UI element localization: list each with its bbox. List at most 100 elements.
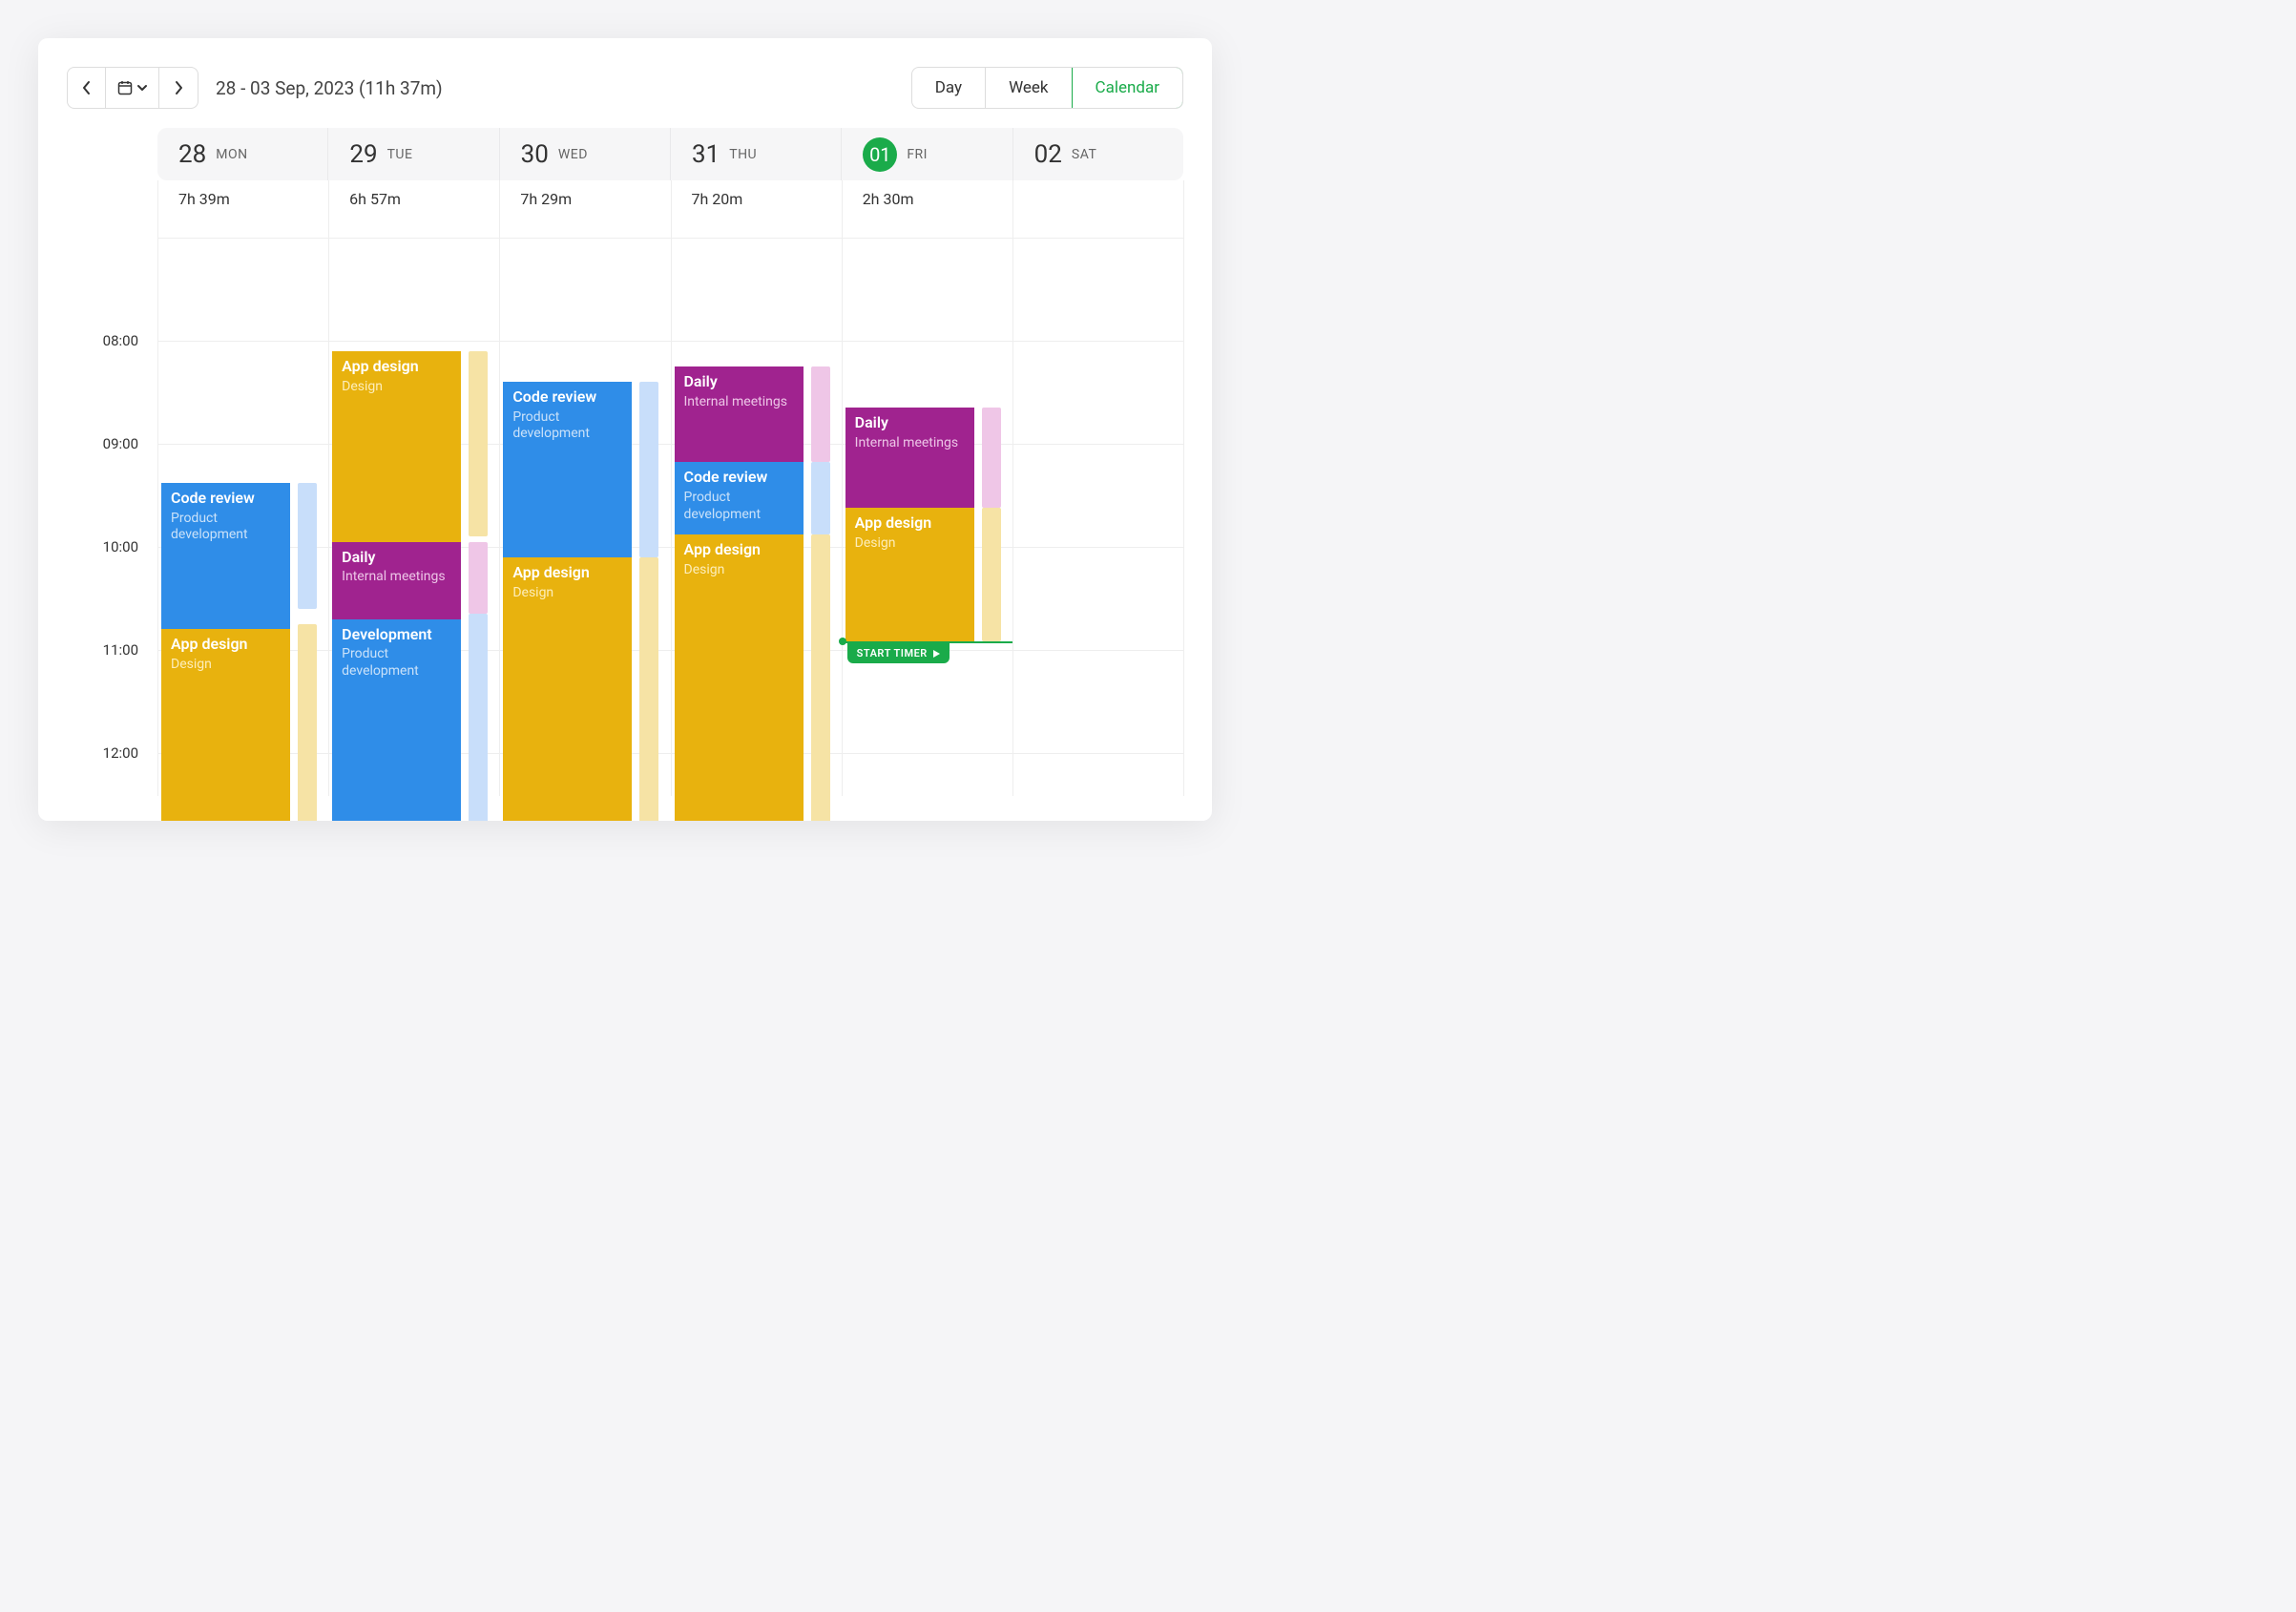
calendar-event[interactable]: DevelopmentProduct development <box>332 619 461 821</box>
time-shadow <box>469 351 488 536</box>
day-lane[interactable]: Code reviewProduct development App design… <box>499 238 670 796</box>
day-header[interactable]: 01FRI <box>842 128 1012 180</box>
lane-main: DailyInternal meetingsApp designDesign <box>845 238 974 796</box>
topbar: 28 - 03 Sep, 2023 (11h 37m) Day Week Cal… <box>67 67 1183 109</box>
day-of-week: TUE <box>387 147 413 162</box>
day-total: 6h 57m <box>328 190 499 219</box>
event-project: Design <box>342 379 451 396</box>
day-number: 31 <box>692 140 720 169</box>
lane-side <box>469 238 488 796</box>
lane-main: Code reviewProduct development App design… <box>503 238 632 796</box>
time-tick: 09:00 <box>67 435 157 452</box>
play-icon <box>933 650 940 658</box>
topbar-left: 28 - 03 Sep, 2023 (11h 37m) <box>67 67 443 109</box>
time-shadow <box>639 557 658 821</box>
timeline: 08:0009:0010:0011:0012:00 28MON29TUE30WE… <box>67 128 1183 796</box>
calendar-event[interactable]: Code reviewProduct development <box>161 483 290 629</box>
event-title: Development <box>342 625 451 645</box>
calendar-card: 28 - 03 Sep, 2023 (11h 37m) Day Week Cal… <box>38 38 1212 821</box>
calendar-event[interactable]: App designDesign <box>503 557 632 821</box>
lane-side <box>982 238 1001 796</box>
calendar-event[interactable]: DailyInternal meetings <box>845 408 974 508</box>
day-number: 28 <box>178 140 206 169</box>
start-timer-button[interactable]: START TIMER <box>847 643 950 663</box>
time-shadow <box>639 382 658 557</box>
day-lane[interactable]: App design Design DailyInternal meetings De… <box>328 238 499 796</box>
calendar-event[interactable]: Daily Internal meetings <box>675 366 804 462</box>
time-tick: 12:00 <box>67 744 157 762</box>
time-shadow <box>298 483 317 609</box>
calendar-event[interactable]: DailyInternal meetings <box>332 542 461 619</box>
time-shadow <box>811 462 830 534</box>
day-of-week: MON <box>216 147 247 162</box>
event-project: Product development <box>171 511 281 544</box>
day-lane[interactable] <box>1012 238 1183 796</box>
prev-button[interactable] <box>68 68 106 108</box>
event-project: Design <box>855 535 965 553</box>
event-project: Internal meetings <box>684 394 794 411</box>
chevron-left-icon <box>81 80 93 95</box>
chevron-down-icon <box>136 83 148 93</box>
today-badge: 01 <box>863 137 897 172</box>
day-total: 2h 30m <box>842 190 1012 219</box>
day-number: 02 <box>1034 140 1062 169</box>
event-project: Product development <box>512 409 622 443</box>
time-tick: 08:00 <box>67 332 157 349</box>
event-title: App design <box>512 563 622 583</box>
event-project: Product development <box>342 646 451 680</box>
lane-main: Code reviewProduct developmentApp design… <box>161 238 290 796</box>
date-picker-button[interactable] <box>106 68 159 108</box>
tab-day[interactable]: Day <box>912 68 986 108</box>
tab-week[interactable]: Week <box>986 68 1072 108</box>
calendar-event[interactable]: App designDesign <box>161 629 290 821</box>
lane-side <box>1153 238 1172 796</box>
day-lane[interactable]: Code reviewProduct developmentApp design… <box>157 238 328 796</box>
time-shadow <box>982 508 1001 641</box>
day-header[interactable]: 30 WED <box>500 128 671 180</box>
view-tabs: Day Week Calendar <box>911 67 1183 109</box>
calendar-icon <box>117 80 133 95</box>
day-header[interactable]: 29 TUE <box>328 128 499 180</box>
time-tick: 10:00 <box>67 538 157 555</box>
event-project: Internal meetings <box>855 435 965 452</box>
event-project: Design <box>171 657 281 674</box>
calendar-event[interactable]: App design Design <box>332 351 461 542</box>
time-shadow <box>469 614 488 821</box>
day-headers: 28 MON 29 TUE 30 WED 31THU01FRI02SAT <box>157 128 1183 180</box>
day-lane[interactable]: DailyInternal meetingsApp designDesignST… <box>842 238 1012 796</box>
day-number: 29 <box>349 140 377 169</box>
day-header[interactable]: 28 MON <box>157 128 328 180</box>
next-button[interactable] <box>159 68 198 108</box>
day-line <box>1183 180 1184 796</box>
lane-side <box>639 238 658 796</box>
lane-side <box>298 238 317 796</box>
day-lane[interactable]: Daily Internal meetings Code reviewProduct… <box>671 238 842 796</box>
calendar-event[interactable]: Code reviewProduct development <box>503 382 632 557</box>
day-total: 7h 39m <box>157 190 328 219</box>
events-grid[interactable]: Code reviewProduct developmentApp design… <box>157 238 1183 796</box>
time-shadow <box>469 542 488 615</box>
day-header[interactable]: 31THU <box>671 128 842 180</box>
lane-side <box>811 238 830 796</box>
event-title: App design <box>684 540 794 560</box>
event-project: Internal meetings <box>342 569 451 586</box>
day-total: 7h 20m <box>671 190 842 219</box>
tab-calendar[interactable]: Calendar <box>1072 67 1183 109</box>
day-header[interactable]: 02SAT <box>1013 128 1183 180</box>
day-total <box>1012 190 1183 219</box>
day-total: 7h 29m <box>499 190 670 219</box>
event-title: App design <box>342 357 451 377</box>
event-title: Code review <box>171 489 281 509</box>
calendar-event[interactable]: Code reviewProduct development <box>675 462 804 534</box>
time-shadow <box>298 624 317 821</box>
chevron-right-icon <box>173 80 184 95</box>
calendar-event[interactable]: App design Design <box>675 534 804 821</box>
time-shadow <box>811 534 830 821</box>
event-title: App design <box>855 513 965 534</box>
day-number: 30 <box>521 140 549 169</box>
event-title: Daily <box>684 372 794 392</box>
day-of-week: WED <box>558 147 588 162</box>
calendar-event[interactable]: App designDesign <box>845 508 974 641</box>
event-project: Design <box>684 562 794 579</box>
lane-main <box>1016 238 1145 796</box>
